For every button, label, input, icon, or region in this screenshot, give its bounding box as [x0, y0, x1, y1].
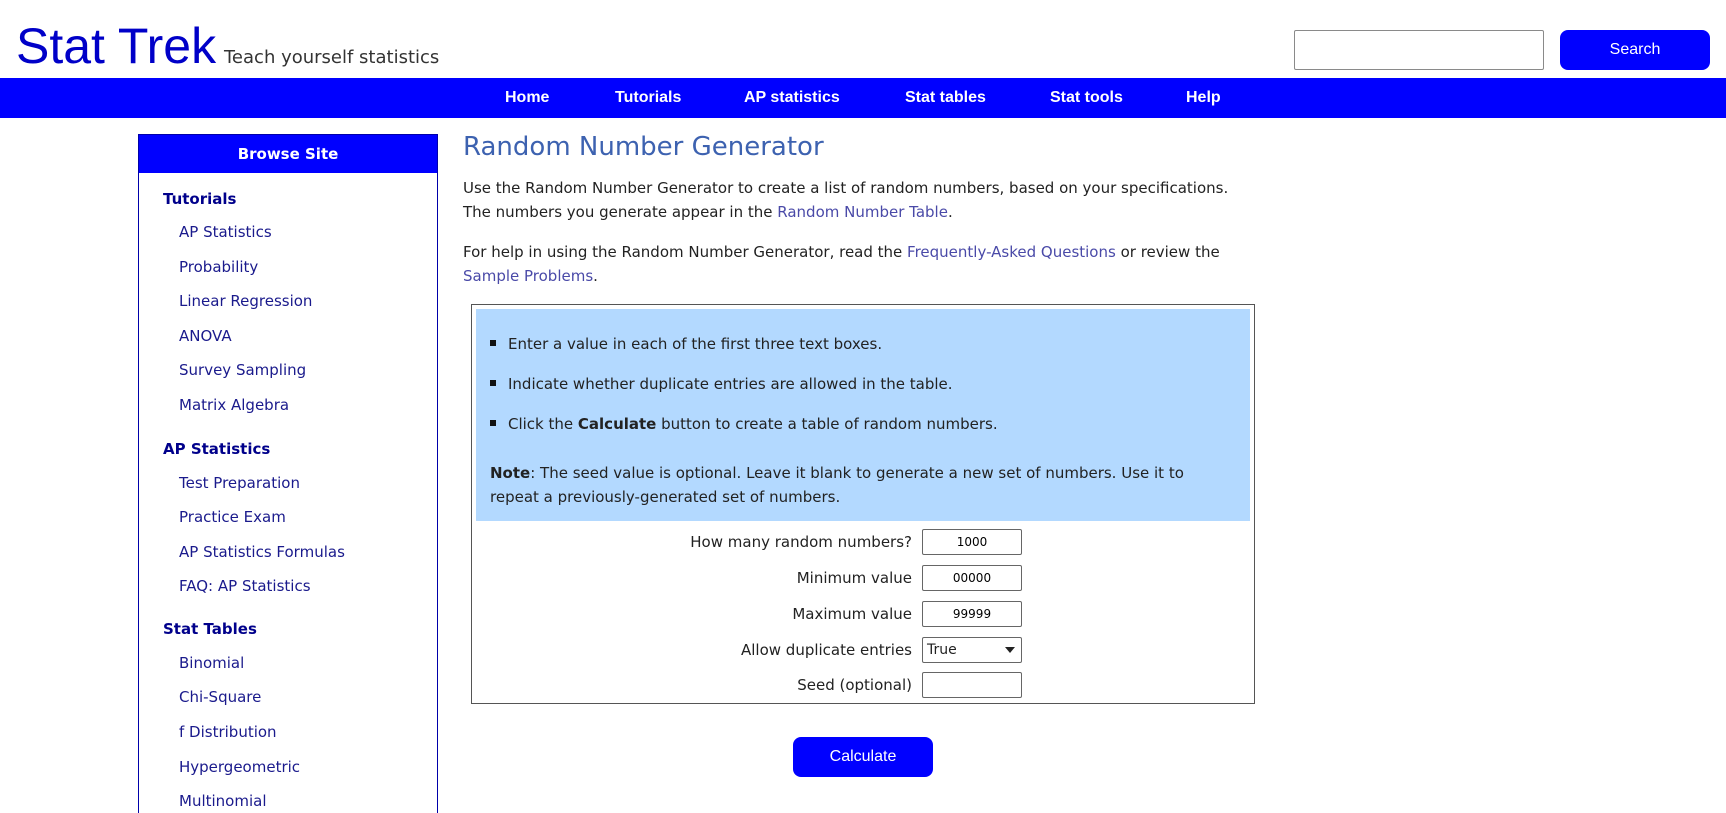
sidebar-item-survey-sampling[interactable]: Survey Sampling	[179, 361, 306, 379]
chevron-down-icon	[1005, 647, 1015, 653]
nav-tutorials[interactable]: Tutorials	[615, 78, 681, 118]
bullet-square-icon	[490, 419, 496, 426]
sidebar-item-ap-statistics[interactable]: AP Statistics	[179, 223, 272, 241]
sidebar-title: Browse Site	[139, 135, 437, 173]
sidebar-item-test-preparation[interactable]: Test Preparation	[179, 474, 300, 492]
instruction-text-1: Enter a value in each of the first three…	[508, 335, 883, 353]
max-input[interactable]	[922, 601, 1022, 627]
search-button[interactable]: Search	[1560, 30, 1710, 70]
sample-problems-link[interactable]: Sample Problems	[463, 267, 593, 285]
calculate-button[interactable]: Calculate	[793, 737, 933, 777]
instruction-text-3-bold: Calculate	[577, 415, 657, 433]
site-header: Stat Trek Teach yourself statistics Sear…	[0, 0, 1726, 78]
sidebar-heading-stat-tables[interactable]: Stat Tables	[163, 620, 257, 638]
duplicates-select[interactable]: True	[922, 637, 1022, 663]
sidebar-item-matrix-algebra[interactable]: Matrix Algebra	[179, 396, 289, 414]
help-end: .	[593, 267, 598, 285]
duplicates-selected-value: True	[927, 642, 957, 658]
nav-stat-tables[interactable]: Stat tables	[905, 78, 986, 118]
sidebar-item-linear-regression[interactable]: Linear Regression	[179, 292, 312, 310]
sidebar-item-chi-square[interactable]: Chi-Square	[179, 688, 261, 706]
site-tagline: Teach yourself statistics	[224, 47, 440, 68]
main-nav: Home Tutorials AP statistics Stat tables…	[0, 78, 1726, 118]
sidebar-item-hypergeometric[interactable]: Hypergeometric	[179, 758, 300, 776]
count-label: How many random numbers?	[690, 533, 912, 551]
intro-paragraph: Use the Random Number Generator to creat…	[463, 176, 1243, 224]
sidebar-item-anova[interactable]: ANOVA	[179, 327, 232, 345]
seed-label: Seed (optional)	[797, 676, 912, 694]
min-label: Minimum value	[796, 569, 912, 587]
seed-note: Note: The seed value is optional. Leave …	[490, 461, 1220, 509]
site-logo[interactable]: Stat Trek	[16, 18, 216, 74]
sidebar-item-ap-statistics-formulas[interactable]: AP Statistics Formulas	[179, 543, 345, 561]
note-label: Note	[490, 464, 531, 482]
note-text: : The seed value is optional. Leave it b…	[490, 464, 1184, 506]
max-label: Maximum value	[792, 605, 912, 623]
sidebar-item-f-distribution[interactable]: f Distribution	[179, 723, 277, 741]
bullet-square-icon	[490, 339, 496, 346]
random-number-table-link[interactable]: Random Number Table	[777, 203, 948, 221]
nav-home[interactable]: Home	[505, 78, 549, 118]
min-input[interactable]	[922, 565, 1022, 591]
sidebar-item-binomial[interactable]: Binomial	[179, 654, 244, 672]
sidebar-item-practice-exam[interactable]: Practice Exam	[179, 508, 286, 526]
instruction-text-3-pre: Click the	[508, 415, 578, 433]
sidebar-item-probability[interactable]: Probability	[179, 258, 258, 276]
browse-sidebar: Browse Site Tutorials AP Statistics Prob…	[138, 134, 438, 813]
help-mid: or review the	[1115, 243, 1220, 261]
instruction-text-2: Indicate whether duplicate entries are a…	[508, 375, 953, 393]
instruction-bullet-2: Indicate whether duplicate entries are a…	[490, 375, 953, 393]
nav-stat-tools[interactable]: Stat tools	[1050, 78, 1123, 118]
faq-link[interactable]: Frequently-Asked Questions	[907, 243, 1116, 261]
help-text: For help in using the Random Number Gene…	[463, 243, 908, 261]
generator-form: Enter a value in each of the first three…	[471, 304, 1255, 704]
seed-input[interactable]	[922, 672, 1022, 698]
intro-end: .	[947, 203, 953, 221]
instruction-bullet-1: Enter a value in each of the first three…	[490, 335, 882, 353]
bullet-square-icon	[490, 379, 496, 386]
sidebar-item-multinomial[interactable]: Multinomial	[179, 792, 267, 810]
sidebar-heading-ap-statistics[interactable]: AP Statistics	[163, 440, 270, 458]
search-input[interactable]	[1294, 30, 1544, 70]
nav-ap-statistics[interactable]: AP statistics	[744, 78, 840, 118]
page-title: Random Number Generator	[463, 132, 824, 162]
nav-help[interactable]: Help	[1186, 78, 1221, 118]
duplicates-label: Allow duplicate entries	[740, 641, 912, 659]
instruction-text-3-post: button to create a table of random numbe…	[656, 415, 998, 433]
sidebar-item-faq-ap-statistics[interactable]: FAQ: AP Statistics	[179, 577, 311, 595]
help-paragraph: For help in using the Random Number Gene…	[463, 240, 1243, 288]
instructions-panel: Enter a value in each of the first three…	[476, 309, 1250, 521]
sidebar-heading-tutorials[interactable]: Tutorials	[163, 190, 236, 208]
instruction-bullet-3: Click the Calculate button to create a t…	[490, 415, 998, 433]
count-input[interactable]	[922, 529, 1022, 555]
